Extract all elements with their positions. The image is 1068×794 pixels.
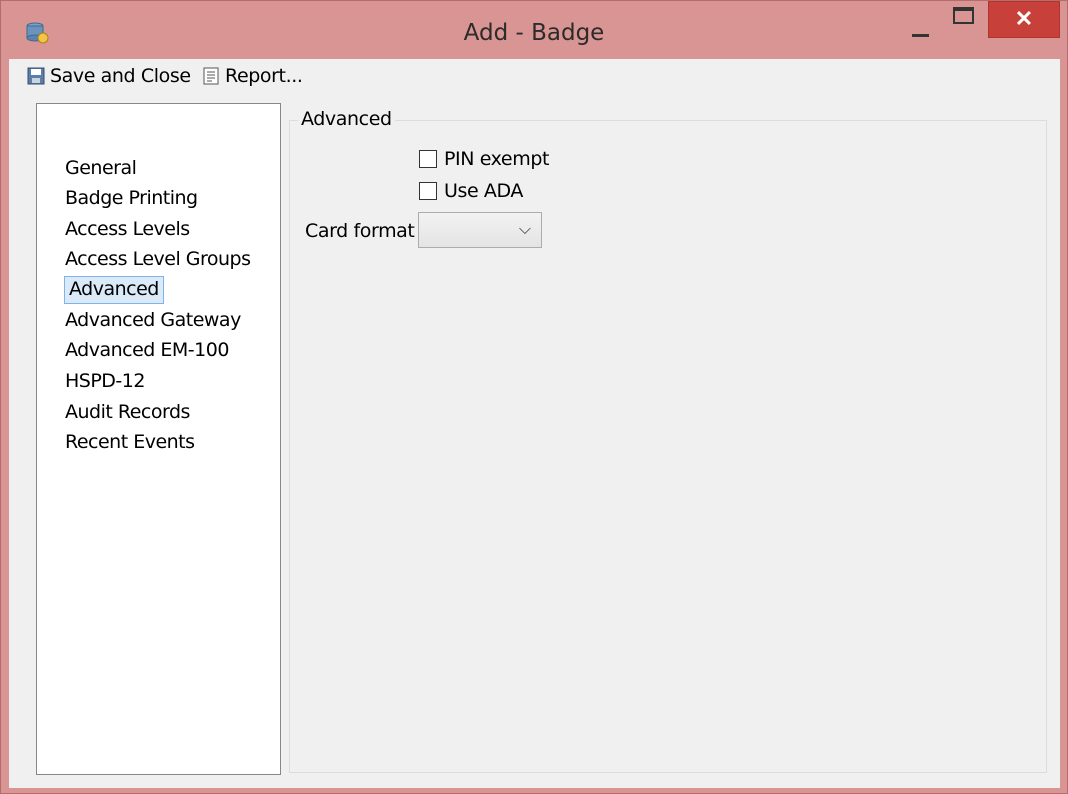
nav-item-advanced-gateway[interactable]: Advanced Gateway — [65, 307, 241, 333]
maximize-icon — [953, 7, 974, 24]
card-format-label: Card format — [305, 220, 415, 242]
nav-item-advanced-em-100[interactable]: Advanced EM-100 — [65, 337, 229, 363]
card-format-dropdown[interactable]: ⌵ — [418, 212, 542, 248]
add-badge-window: Add - Badge ✕ Save and Close Report... G… — [0, 0, 1068, 794]
dialog-client-area: Save and Close Report... General Badge P… — [9, 59, 1060, 788]
nav-item-audit-records[interactable]: Audit Records — [65, 399, 190, 425]
nav-item-badge-printing[interactable]: Badge Printing — [65, 185, 198, 211]
maximize-button[interactable] — [943, 1, 985, 41]
minimize-button[interactable] — [899, 1, 941, 41]
use-ada-checkbox[interactable]: Use ADA — [419, 179, 523, 203]
report-button[interactable]: Report... — [202, 64, 303, 88]
close-button[interactable]: ✕ — [988, 1, 1060, 38]
report-label: Report... — [225, 65, 303, 87]
save-and-close-label: Save and Close — [50, 65, 191, 87]
advanced-group-title: Advanced — [298, 108, 395, 130]
nav-item-access-levels[interactable]: Access Levels — [65, 216, 190, 242]
report-icon — [203, 67, 219, 85]
use-ada-checkbox-box[interactable] — [419, 182, 437, 200]
nav-item-hspd-12[interactable]: HSPD-12 — [65, 368, 145, 394]
nav-item-recent-events[interactable]: Recent Events — [65, 429, 195, 455]
advanced-groupbox — [289, 120, 1047, 773]
pin-exempt-checkbox-box[interactable] — [419, 150, 437, 168]
save-and-close-button[interactable]: Save and Close — [27, 64, 191, 88]
nav-item-access-level-groups[interactable]: Access Level Groups — [65, 246, 251, 272]
use-ada-label: Use ADA — [444, 180, 524, 202]
pin-exempt-label: PIN exempt — [444, 148, 550, 170]
chevron-down-icon: ⌵ — [518, 221, 531, 238]
toolbar: Save and Close Report... — [9, 59, 1060, 93]
pin-exempt-checkbox[interactable]: PIN exempt — [419, 147, 549, 171]
close-icon: ✕ — [1014, 6, 1034, 31]
nav-item-advanced[interactable]: Advanced — [64, 276, 164, 304]
save-icon — [27, 67, 45, 85]
title-bar[interactable]: Add - Badge ✕ — [1, 1, 1067, 59]
minimize-icon — [912, 34, 929, 37]
category-list[interactable]: General Badge Printing Access Levels Acc… — [36, 103, 281, 775]
nav-item-general[interactable]: General — [65, 155, 137, 181]
